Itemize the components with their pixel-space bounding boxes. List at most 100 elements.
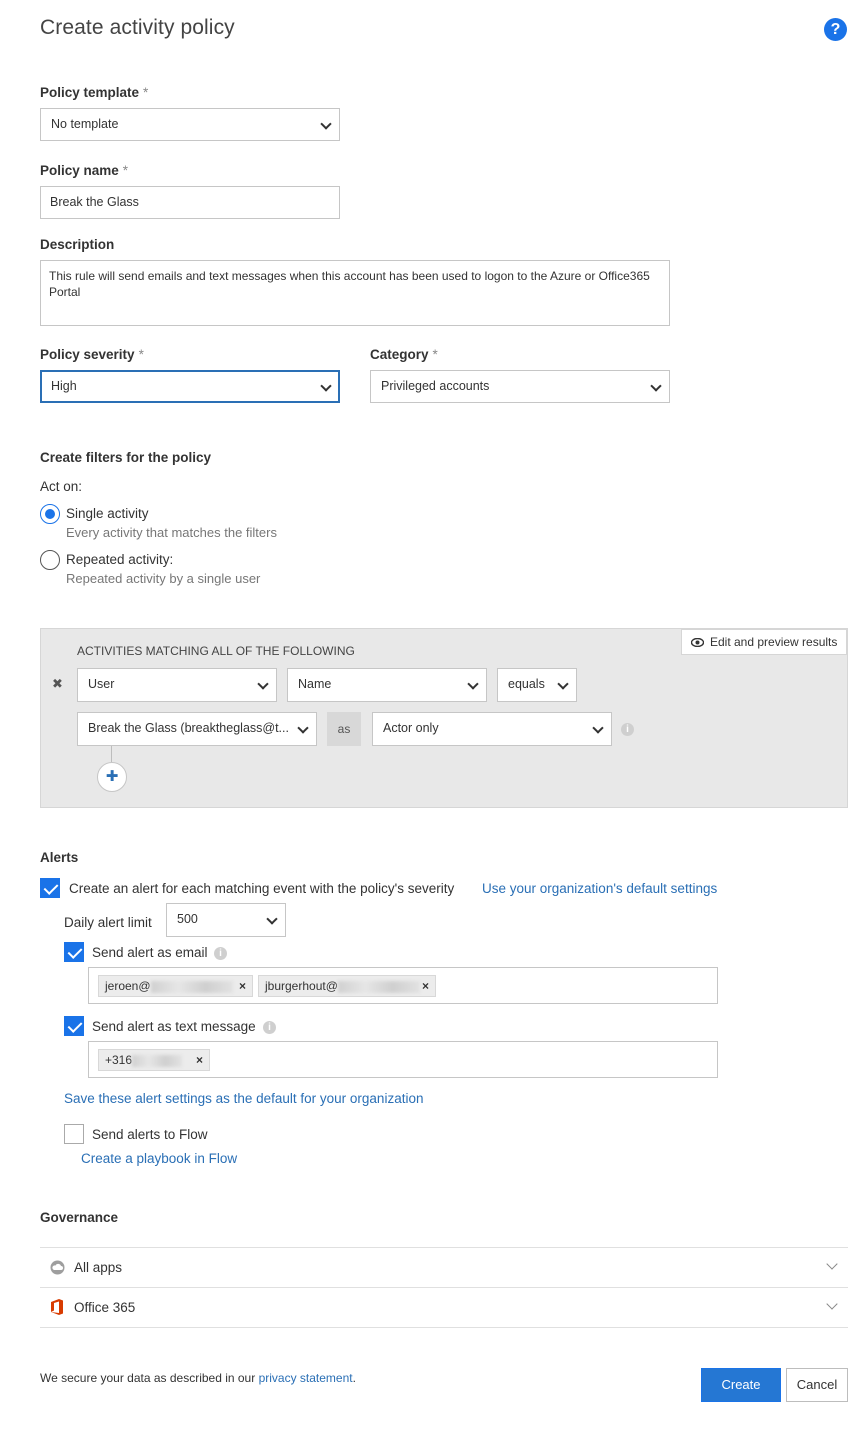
daily-alert-limit-select[interactable]: 500 (166, 903, 286, 937)
page-title: Create activity policy (40, 16, 235, 39)
edit-preview-label: Edit and preview results (710, 635, 838, 649)
filter-box-title: ACTIVITIES MATCHING ALL OF THE FOLLOWING (77, 644, 355, 658)
filter-operator-value: equals (508, 677, 545, 691)
description-textarea[interactable]: This rule will send emails and text mess… (40, 260, 670, 326)
required-marker: * (432, 347, 438, 362)
governance-heading: Governance (40, 1210, 119, 1225)
required-marker: * (143, 85, 149, 100)
chevron-down-icon (320, 118, 332, 130)
governance-item-all-apps[interactable]: All apps (40, 1248, 848, 1287)
filter-operator-select[interactable]: equals (497, 668, 577, 702)
remove-tag-icon[interactable]: × (196, 1050, 203, 1070)
policy-template-label-text: Policy template (40, 85, 140, 100)
connector-line (111, 746, 112, 762)
filter-role-value: Actor only (383, 721, 439, 735)
email-tag: jeroen@ × (98, 975, 253, 997)
chevron-down-icon (257, 678, 269, 690)
repeated-activity-label[interactable]: Repeated activity: (66, 552, 173, 567)
redacted-text (132, 1054, 183, 1067)
remove-tag-icon[interactable]: × (239, 976, 246, 996)
remove-filter-icon[interactable]: ✖ (52, 676, 63, 692)
default-settings-link[interactable]: Use your organization's default settings (482, 881, 717, 896)
category-label: Category * (370, 347, 438, 362)
phone-tag-text: +316 (105, 1053, 133, 1067)
policy-template-value: No template (51, 117, 119, 131)
create-button[interactable]: Create (701, 1368, 781, 1402)
chevron-down-icon (650, 380, 662, 392)
send-text-checkbox[interactable] (64, 1016, 84, 1036)
send-flow-checkbox[interactable] (64, 1124, 84, 1144)
daily-alert-limit-label: Daily alert limit (64, 915, 152, 930)
daily-alert-limit-value: 500 (177, 912, 198, 926)
single-activity-radio[interactable] (40, 504, 60, 524)
email-tag-text: jeroen@ (105, 979, 151, 993)
policy-name-label: Policy name * (40, 163, 128, 178)
act-on-label: Act on: (40, 479, 83, 494)
filter-field-select[interactable]: User (77, 668, 277, 702)
policy-template-select[interactable]: No template (40, 108, 340, 141)
privacy-statement-link[interactable]: privacy statement (259, 1371, 353, 1385)
alerts-heading: Alerts (40, 850, 79, 865)
repeated-activity-radio[interactable] (40, 550, 60, 570)
create-playbook-link[interactable]: Create a playbook in Flow (81, 1151, 237, 1166)
description-label: Description (40, 237, 115, 252)
policy-severity-label-text: Policy severity (40, 347, 135, 362)
privacy-text: We secure your data as described in our (40, 1371, 259, 1385)
policy-severity-select[interactable]: High (40, 370, 340, 403)
required-marker: * (122, 163, 129, 178)
privacy-notice: We secure your data as described in our … (40, 1371, 356, 1385)
filter-role-select[interactable]: Actor only (372, 712, 612, 746)
chevron-down-icon (826, 1298, 838, 1310)
as-label: as (327, 712, 361, 746)
single-activity-label[interactable]: Single activity (66, 506, 149, 521)
phone-tag: +316 × (98, 1049, 210, 1071)
cancel-button[interactable]: Cancel (786, 1368, 848, 1402)
help-icon[interactable]: ? (824, 18, 847, 41)
chevron-down-icon (826, 1258, 838, 1270)
send-text-label: Send alert as text message (92, 1019, 256, 1034)
redacted-text (150, 980, 233, 993)
info-icon[interactable]: i (214, 947, 227, 960)
office-icon (51, 1299, 63, 1315)
email-tag: jburgerhout@ × (258, 975, 436, 997)
eye-icon (691, 638, 704, 647)
filter-attribute-select[interactable]: Name (287, 668, 487, 702)
policy-template-label: Policy template * (40, 85, 148, 100)
governance-item-label: All apps (74, 1260, 123, 1275)
category-select[interactable]: Privileged accounts (370, 370, 670, 403)
chevron-down-icon (592, 722, 604, 734)
policy-severity-value: High (51, 379, 77, 393)
chevron-down-icon (266, 913, 278, 925)
policy-name-input[interactable]: Break the Glass (40, 186, 340, 219)
add-filter-button[interactable]: ✚ (97, 762, 127, 792)
privacy-period: . (352, 1371, 356, 1385)
category-value: Privileged accounts (381, 379, 490, 393)
remove-tag-icon[interactable]: × (422, 976, 429, 996)
save-default-link[interactable]: Save these alert settings as the default… (64, 1091, 423, 1106)
info-icon[interactable]: i (263, 1021, 276, 1034)
divider (40, 1327, 848, 1328)
governance-item-label: Office 365 (74, 1300, 136, 1315)
filter-value-select[interactable]: Break the Glass (breaktheglass@t... (77, 712, 317, 746)
filter-attribute-value: Name (298, 677, 332, 691)
chevron-down-icon (320, 380, 332, 392)
chevron-down-icon (467, 678, 479, 690)
redacted-text (337, 980, 420, 993)
policy-severity-label: Policy severity * (40, 347, 144, 362)
filter-field-value: User (88, 677, 115, 691)
cloud-icon (50, 1260, 65, 1275)
single-activity-description: Every activity that matches the filters (66, 525, 277, 540)
create-alert-label: Create an alert for each matching event … (69, 881, 455, 896)
category-label-text: Category (370, 347, 429, 362)
governance-item-office-365[interactable]: Office 365 (40, 1288, 848, 1327)
send-email-checkbox[interactable] (64, 942, 84, 962)
send-email-label: Send alert as email (92, 945, 208, 960)
create-alert-checkbox[interactable] (40, 878, 60, 898)
chevron-down-icon (297, 722, 309, 734)
send-flow-label: Send alerts to Flow (92, 1127, 208, 1142)
filter-value-text: Break the Glass (breaktheglass@t... (88, 721, 289, 735)
email-tag-text: jburgerhout@ (265, 979, 338, 993)
info-icon[interactable]: i (621, 723, 634, 736)
edit-preview-button[interactable]: Edit and preview results (681, 629, 847, 655)
filters-heading: Create filters for the policy (40, 450, 212, 465)
